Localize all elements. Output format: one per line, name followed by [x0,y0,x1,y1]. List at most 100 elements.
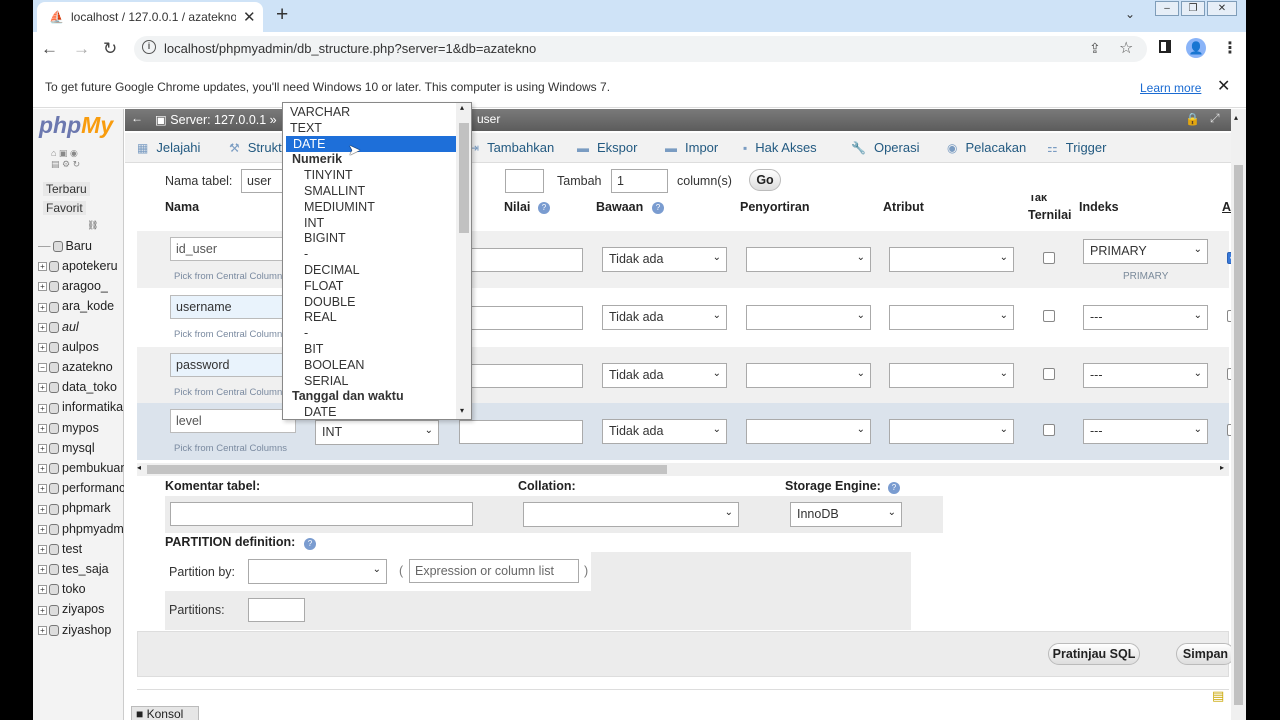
expand-icon[interactable]: + [38,423,47,433]
expand-icon[interactable]: + [38,444,47,453]
dropdown-option[interactable]: BIGINT [283,230,456,246]
index-select[interactable]: PRIMARY ⌄ [1083,239,1208,264]
tree-database-item[interactable]: + aul [38,320,124,340]
note-icon[interactable]: ▤ [1212,688,1224,704]
attribute-select[interactable]: ⌄ [889,419,1014,444]
default-select[interactable]: Tidak ada ⌄ [602,419,727,444]
collation-select[interactable]: ⌄ [746,305,871,330]
horizontal-scrollbar[interactable]: ▸ ◂ [137,463,1229,476]
help-icon[interactable]: ? [538,202,550,214]
column-name-input[interactable]: password [170,353,296,377]
expand-icon[interactable]: + [38,565,47,575]
type-dropdown-list[interactable]: ▴ ▾ VARCHAR TEXT DATE Numerik TINYINT SMALLIN… [282,102,472,420]
tree-database-item[interactable]: + pembukuan [38,461,124,481]
expand-icon[interactable]: + [38,302,47,312]
tree-database-item[interactable]: + mypos [38,421,124,441]
dropdown-option[interactable]: SERIAL [283,373,456,389]
expression-input[interactable]: Expression or column list [409,559,579,583]
omnibox[interactable]: i localhost/phpmyadmin/db_structure.php?… [134,36,1147,62]
url-text[interactable]: localhost/phpmyadmin/db_structure.php?se… [164,41,536,56]
share-icon[interactable]: ⇪ [1089,40,1101,57]
index-select[interactable]: --- ⌄ [1083,419,1208,444]
dropdown-option[interactable]: INT [283,215,456,231]
dropdown-option[interactable]: - [283,325,456,341]
save-button[interactable]: Simpan [1176,643,1235,665]
tree-database-item[interactable]: + apotekeru [38,259,124,279]
tree-database-item[interactable]: + phpmark [38,501,124,521]
tree-database-item[interactable]: + aulpos [38,340,124,360]
add-count-input[interactable]: 1 [611,169,668,193]
column-name-input[interactable]: level [170,409,296,433]
scroll-down-icon[interactable]: ▾ [460,406,464,415]
console-tab[interactable]: ■ Konsol [131,706,199,720]
tab-tambahkan[interactable]: ⇥ Tambahkan [469,140,554,155]
expand-icon[interactable]: + [38,585,47,595]
dropdown-option[interactable]: DATE [283,404,456,419]
dropdown-option[interactable]: SMALLINT [283,183,456,199]
go-button[interactable]: Go [749,169,781,191]
bookmark-star-icon[interactable]: ☆ [1119,38,1133,58]
column-name-input[interactable]: id_user [170,237,296,261]
expand-icon[interactable]: + [38,545,47,554]
tab-impor[interactable]: ▬ Impor [665,140,718,155]
tree-database-item[interactable]: + tes_saja [38,562,124,582]
scroll-left-icon[interactable]: ◂ [137,463,141,472]
expand-icon[interactable]: + [38,262,47,272]
help-icon[interactable]: ? [304,538,316,550]
default-select[interactable]: Tidak ada ⌄ [602,247,727,272]
expand-icon[interactable]: + [38,524,47,534]
storage-engine-select[interactable]: InnoDB ⌄ [790,502,902,527]
expand-icon[interactable]: + [38,504,47,514]
phpmyadmin-logo[interactable]: phpMy [39,112,113,139]
tree-database-item[interactable]: + test [38,542,124,562]
default-select[interactable]: Tidak ada ⌄ [602,363,727,388]
scroll-up-icon[interactable]: ▴ [1234,113,1238,122]
index-select[interactable]: --- ⌄ [1083,305,1208,330]
dropdown-option[interactable]: DECIMAL [283,262,456,278]
scroll-right-icon[interactable]: ▸ [1220,463,1224,472]
preview-sql-button[interactable]: Pratinjau SQL [1048,643,1140,665]
pick-central-columns-link[interactable]: Pick from Central Columns [174,271,287,282]
maximize-icon[interactable]: ⤢ [1210,111,1220,126]
dropdown-option[interactable]: TEXT [283,120,456,136]
restore-icon[interactable]: ❐ [1181,1,1205,16]
scrollbar-thumb[interactable] [1234,165,1243,705]
tree-database-item[interactable]: + toko [38,582,124,602]
close-window-icon[interactable]: ✕ [1207,1,1237,16]
dropdown-option[interactable]: DATE [286,135,456,152]
pick-central-columns-link[interactable]: Pick from Central Columns [174,329,287,340]
site-info-icon[interactable]: i [142,40,156,54]
dropdown-option[interactable]: BIT [283,341,456,357]
pick-central-columns-link[interactable]: Pick from Central Columns [174,443,287,454]
dropdown-option[interactable]: FLOAT [283,278,456,294]
tree-database-item[interactable]: + mysql [38,441,124,461]
profile-avatar-icon[interactable]: 👤 [1186,38,1206,58]
table-comment-input[interactable] [170,502,473,526]
learn-more-link[interactable]: Learn more [1140,81,1201,95]
scrollbar-thumb[interactable] [459,123,469,233]
attribute-select[interactable]: ⌄ [889,247,1014,272]
dropdown-option[interactable]: TINYINT [283,167,456,183]
tree-database-item[interactable]: +phpmyadmin [38,522,124,542]
pick-central-columns-link[interactable]: Pick from Central Columns [174,387,287,398]
tab-trigger[interactable]: ⚏ Trigger [1047,140,1106,155]
expand-icon[interactable]: + [38,383,47,393]
tree-database-item[interactable]: + ziyapos [38,602,124,622]
collapse-arrow-icon[interactable]: ← [131,111,143,125]
null-checkbox[interactable] [1043,252,1055,264]
collation-select[interactable]: ⌄ [746,247,871,272]
tree-database-item[interactable]: + ara_kode [38,299,124,319]
breadcrumb-table[interactable]: user [477,112,500,126]
tab-jelajahi[interactable]: ▦ Jelajahi [137,140,200,155]
browser-tab[interactable]: ⛵ localhost / 127.0.0.1 / azatekno / ✕ [37,2,263,32]
tree-database-item[interactable]: + informatika [38,400,124,420]
close-infobar-icon[interactable]: ✕ [1217,76,1230,96]
scroll-up-icon[interactable]: ▴ [460,103,464,112]
dropdown-scrollbar[interactable]: ▴ ▾ [456,103,471,419]
nav-tab-favorites[interactable]: Favorit [43,201,86,215]
nav-home-icons[interactable]: ⌂ ▣ ◉ ▤ ⚙ ↻ [51,148,80,170]
forward-icon[interactable]: → [73,39,90,59]
expand-icon[interactable]: + [38,605,47,615]
attribute-select[interactable]: ⌄ [889,305,1014,330]
column-type-select[interactable]: INT ⌄ [315,420,439,445]
